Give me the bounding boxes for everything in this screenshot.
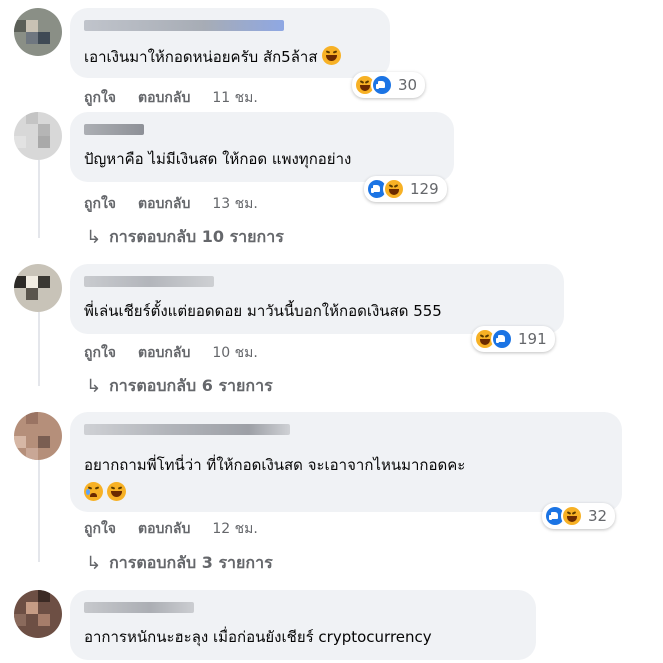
avatar[interactable]: [14, 264, 62, 312]
reaction-count: 32: [588, 507, 608, 525]
timestamp[interactable]: 13 ชม.: [212, 193, 257, 215]
timestamp[interactable]: 10 ชม.: [212, 342, 257, 364]
like-button[interactable]: ถูกใจ: [84, 87, 116, 109]
view-replies-button[interactable]: ↳ การตอบกลับ 3 รายการ: [86, 551, 273, 576]
reaction-summary[interactable]: 30: [352, 72, 426, 98]
reaction-count: 30: [398, 76, 418, 94]
comment-bubble: พี่เล่นเชียร์ตั้งแต่ยอดดอย มาวันนี้บอกให…: [70, 264, 564, 334]
like-button[interactable]: ถูกใจ: [84, 342, 116, 364]
laughing-tears-icon: [107, 482, 126, 501]
avatar[interactable]: [14, 590, 62, 638]
reaction-summary[interactable]: 191: [472, 326, 555, 352]
comment-text: อาการหนักนะฮะลุง เมื่อก่อนยังเชียร์ cryp…: [84, 628, 432, 646]
sad-sweat-icon: [84, 482, 103, 501]
comment-actions: ถูกใจ ตอบกลับ 13 ชม.: [84, 193, 258, 215]
avatar[interactable]: [14, 412, 62, 460]
reaction-summary[interactable]: 32: [542, 503, 616, 529]
author-name-blurred[interactable]: [84, 276, 214, 287]
author-name-blurred[interactable]: [84, 424, 290, 435]
view-replies-button[interactable]: ↳ การตอบกลับ 10 รายการ: [86, 225, 284, 250]
reaction-count: 191: [518, 330, 547, 348]
laughing-tears-icon: [321, 46, 341, 65]
author-name-blurred[interactable]: [84, 602, 194, 613]
replies-label: การตอบกลับ 10 รายการ: [109, 227, 284, 246]
reply-button[interactable]: ตอบกลับ: [138, 87, 190, 109]
timestamp[interactable]: 12 ชม.: [212, 518, 257, 540]
comment-text: เอาเงินมาให้กอดหน่อยครับ สัก5ล้าส: [84, 46, 341, 67]
like-button[interactable]: ถูกใจ: [84, 193, 116, 215]
comment-text: พี่เล่นเชียร์ตั้งแต่ยอดดอย มาวันนี้บอกให…: [84, 302, 442, 320]
avatar[interactable]: [14, 112, 62, 160]
author-name-blurred[interactable]: [84, 20, 284, 31]
comment-actions: ถูกใจ ตอบกลับ 11 ชม.: [84, 87, 258, 109]
haha-icon: [561, 505, 583, 527]
reply-arrow-icon: ↳: [86, 376, 102, 397]
comment-text: อยากถามพี่โทนี่ว่า ที่ให้กอดเงินสด จะเอา…: [84, 456, 466, 474]
reply-button[interactable]: ตอบกลับ: [138, 193, 190, 215]
comment-text: ปัญหาคือ ไม่มีเงินสด ให้กอด แพงทุกอย่าง: [84, 150, 352, 168]
replies-label: การตอบกลับ 3 รายการ: [109, 553, 273, 572]
haha-icon: [383, 178, 405, 200]
like-button[interactable]: ถูกใจ: [84, 518, 116, 540]
comment-actions: ถูกใจ ตอบกลับ 12 ชม.: [84, 518, 258, 540]
view-replies-button[interactable]: ↳ การตอบกลับ 6 รายการ: [86, 374, 273, 399]
comment-bubble: เอาเงินมาให้กอดหน่อยครับ สัก5ล้าส: [70, 8, 390, 78]
avatar[interactable]: [14, 8, 62, 56]
timestamp[interactable]: 11 ชม.: [212, 87, 257, 109]
comment-bubble: ปัญหาคือ ไม่มีเงินสด ให้กอด แพงทุกอย่าง: [70, 112, 454, 182]
reaction-summary[interactable]: 129: [364, 176, 447, 202]
thread-line: [38, 460, 40, 562]
reply-button[interactable]: ตอบกลับ: [138, 342, 190, 364]
like-icon: [491, 328, 513, 350]
author-name-blurred[interactable]: [84, 124, 144, 135]
reply-button[interactable]: ตอบกลับ: [138, 518, 190, 540]
reply-arrow-icon: ↳: [86, 227, 102, 248]
comment-emoji-line: [80, 482, 126, 503]
comment-bubble: อาการหนักนะฮะลุง เมื่อก่อนยังเชียร์ cryp…: [70, 590, 536, 660]
reply-arrow-icon: ↳: [86, 553, 102, 574]
comment-bubble: อยากถามพี่โทนี่ว่า ที่ให้กอดเงินสด จะเอา…: [70, 412, 622, 512]
comment-actions: ถูกใจ ตอบกลับ 10 ชม.: [84, 342, 258, 364]
thread-line: [38, 312, 40, 386]
replies-label: การตอบกลับ 6 รายการ: [109, 376, 273, 395]
thread-line: [38, 160, 40, 238]
like-icon: [371, 74, 393, 96]
reaction-count: 129: [410, 180, 439, 198]
